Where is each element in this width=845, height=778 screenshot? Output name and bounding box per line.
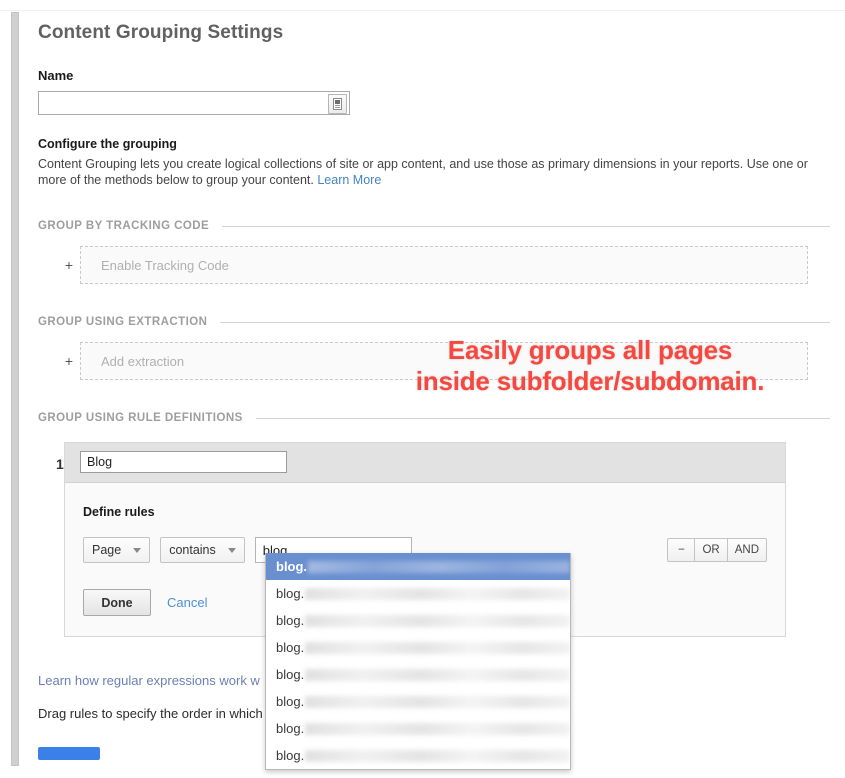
- autocomplete-item-redacted: [305, 641, 570, 654]
- rule-index: 1.: [56, 456, 68, 472]
- autocomplete-item-redacted: [308, 560, 570, 573]
- autocomplete-item-redacted: [305, 668, 570, 681]
- autocomplete-item-redacted: [305, 614, 570, 627]
- extraction-add-row: + Add extraction: [58, 342, 830, 380]
- add-extraction-box[interactable]: Add extraction: [80, 342, 808, 380]
- divider-tracking-code: GROUP BY TRACKING CODE: [38, 220, 830, 232]
- add-extraction-label: Add extraction: [101, 353, 185, 369]
- autocomplete-item[interactable]: blog.: [266, 742, 570, 769]
- match-type-select[interactable]: contains: [160, 537, 245, 563]
- divider-line: [220, 321, 830, 323]
- divider-extraction: GROUP USING EXTRACTION: [38, 316, 830, 328]
- divider-label-rule-definitions: GROUP USING RULE DEFINITIONS: [38, 412, 243, 424]
- save-button[interactable]: [38, 747, 100, 760]
- autocomplete-item[interactable]: blog.: [266, 580, 570, 607]
- configure-description-text: Content Grouping lets you create logical…: [38, 157, 808, 187]
- autocomplete-item-prefix: blog.: [276, 694, 305, 709]
- enable-tracking-code-label: Enable Tracking Code: [101, 257, 229, 273]
- divider-line: [255, 417, 830, 419]
- autocomplete-item-prefix: blog.: [276, 667, 305, 682]
- name-input[interactable]: [38, 91, 350, 115]
- autocomplete-item-prefix: blog.: [276, 640, 305, 655]
- autocomplete-item-prefix: blog.: [276, 748, 305, 763]
- autocomplete-item-prefix: blog.: [276, 586, 305, 601]
- page-title: Content Grouping Settings: [38, 22, 284, 43]
- chevron-down-icon: [227, 547, 236, 553]
- define-rules-label: Define rules: [83, 505, 155, 519]
- plus-icon-extraction[interactable]: +: [58, 354, 80, 368]
- rule-operator-group: − OR AND: [667, 538, 767, 562]
- autocomplete-dropdown[interactable]: blog. blog. blog. blog. blog. blog. blog. blog.: [265, 553, 571, 770]
- plus-icon-tracking-code[interactable]: +: [58, 258, 80, 272]
- autocomplete-item[interactable]: blog.: [266, 634, 570, 661]
- cancel-link[interactable]: Cancel: [167, 595, 207, 610]
- autocomplete-item-prefix: blog.: [276, 721, 305, 736]
- divider-line: [222, 225, 830, 227]
- autocomplete-item[interactable]: blog.: [266, 607, 570, 634]
- autocomplete-item-redacted: [305, 749, 570, 762]
- rule-card-header: [65, 443, 785, 483]
- done-button[interactable]: Done: [83, 589, 151, 616]
- remove-rule-button[interactable]: −: [667, 538, 696, 562]
- dimension-select-value: Page: [92, 543, 122, 557]
- dimension-select[interactable]: Page: [83, 537, 151, 563]
- page-top-edge: [0, 0, 845, 11]
- autocomplete-item[interactable]: blog.: [266, 688, 570, 715]
- name-field-wrapper: [38, 91, 350, 115]
- and-button[interactable]: AND: [727, 538, 767, 562]
- tracking-code-add-row: + Enable Tracking Code: [58, 246, 830, 284]
- chevron-down-icon: [133, 547, 142, 553]
- or-button[interactable]: OR: [695, 538, 728, 562]
- configure-description: Content Grouping lets you create logical…: [38, 156, 828, 188]
- name-field-label: Name: [38, 68, 74, 83]
- autocomplete-item[interactable]: blog.: [266, 661, 570, 688]
- autocomplete-item-redacted: [305, 695, 570, 708]
- divider-rule-definitions: GROUP USING RULE DEFINITIONS: [38, 412, 830, 424]
- autocomplete-item[interactable]: blog.: [266, 553, 570, 580]
- autocomplete-item[interactable]: blog.: [266, 715, 570, 742]
- autocomplete-item-prefix: blog.: [276, 559, 308, 574]
- divider-label-extraction: GROUP USING EXTRACTION: [38, 316, 208, 328]
- rule-name-input[interactable]: [80, 451, 287, 473]
- autocomplete-item-redacted: [305, 587, 570, 600]
- autocomplete-item-redacted: [305, 722, 570, 735]
- learn-more-link[interactable]: Learn More: [317, 173, 381, 187]
- left-scrollbar-rail[interactable]: [11, 12, 19, 766]
- autocomplete-item-prefix: blog.: [276, 613, 305, 628]
- configure-heading: Configure the grouping: [38, 137, 177, 151]
- divider-label-tracking-code: GROUP BY TRACKING CODE: [38, 220, 210, 232]
- enable-tracking-code-box[interactable]: Enable Tracking Code: [80, 246, 808, 284]
- autofill-icon[interactable]: [328, 94, 347, 114]
- match-type-select-value: contains: [169, 543, 216, 557]
